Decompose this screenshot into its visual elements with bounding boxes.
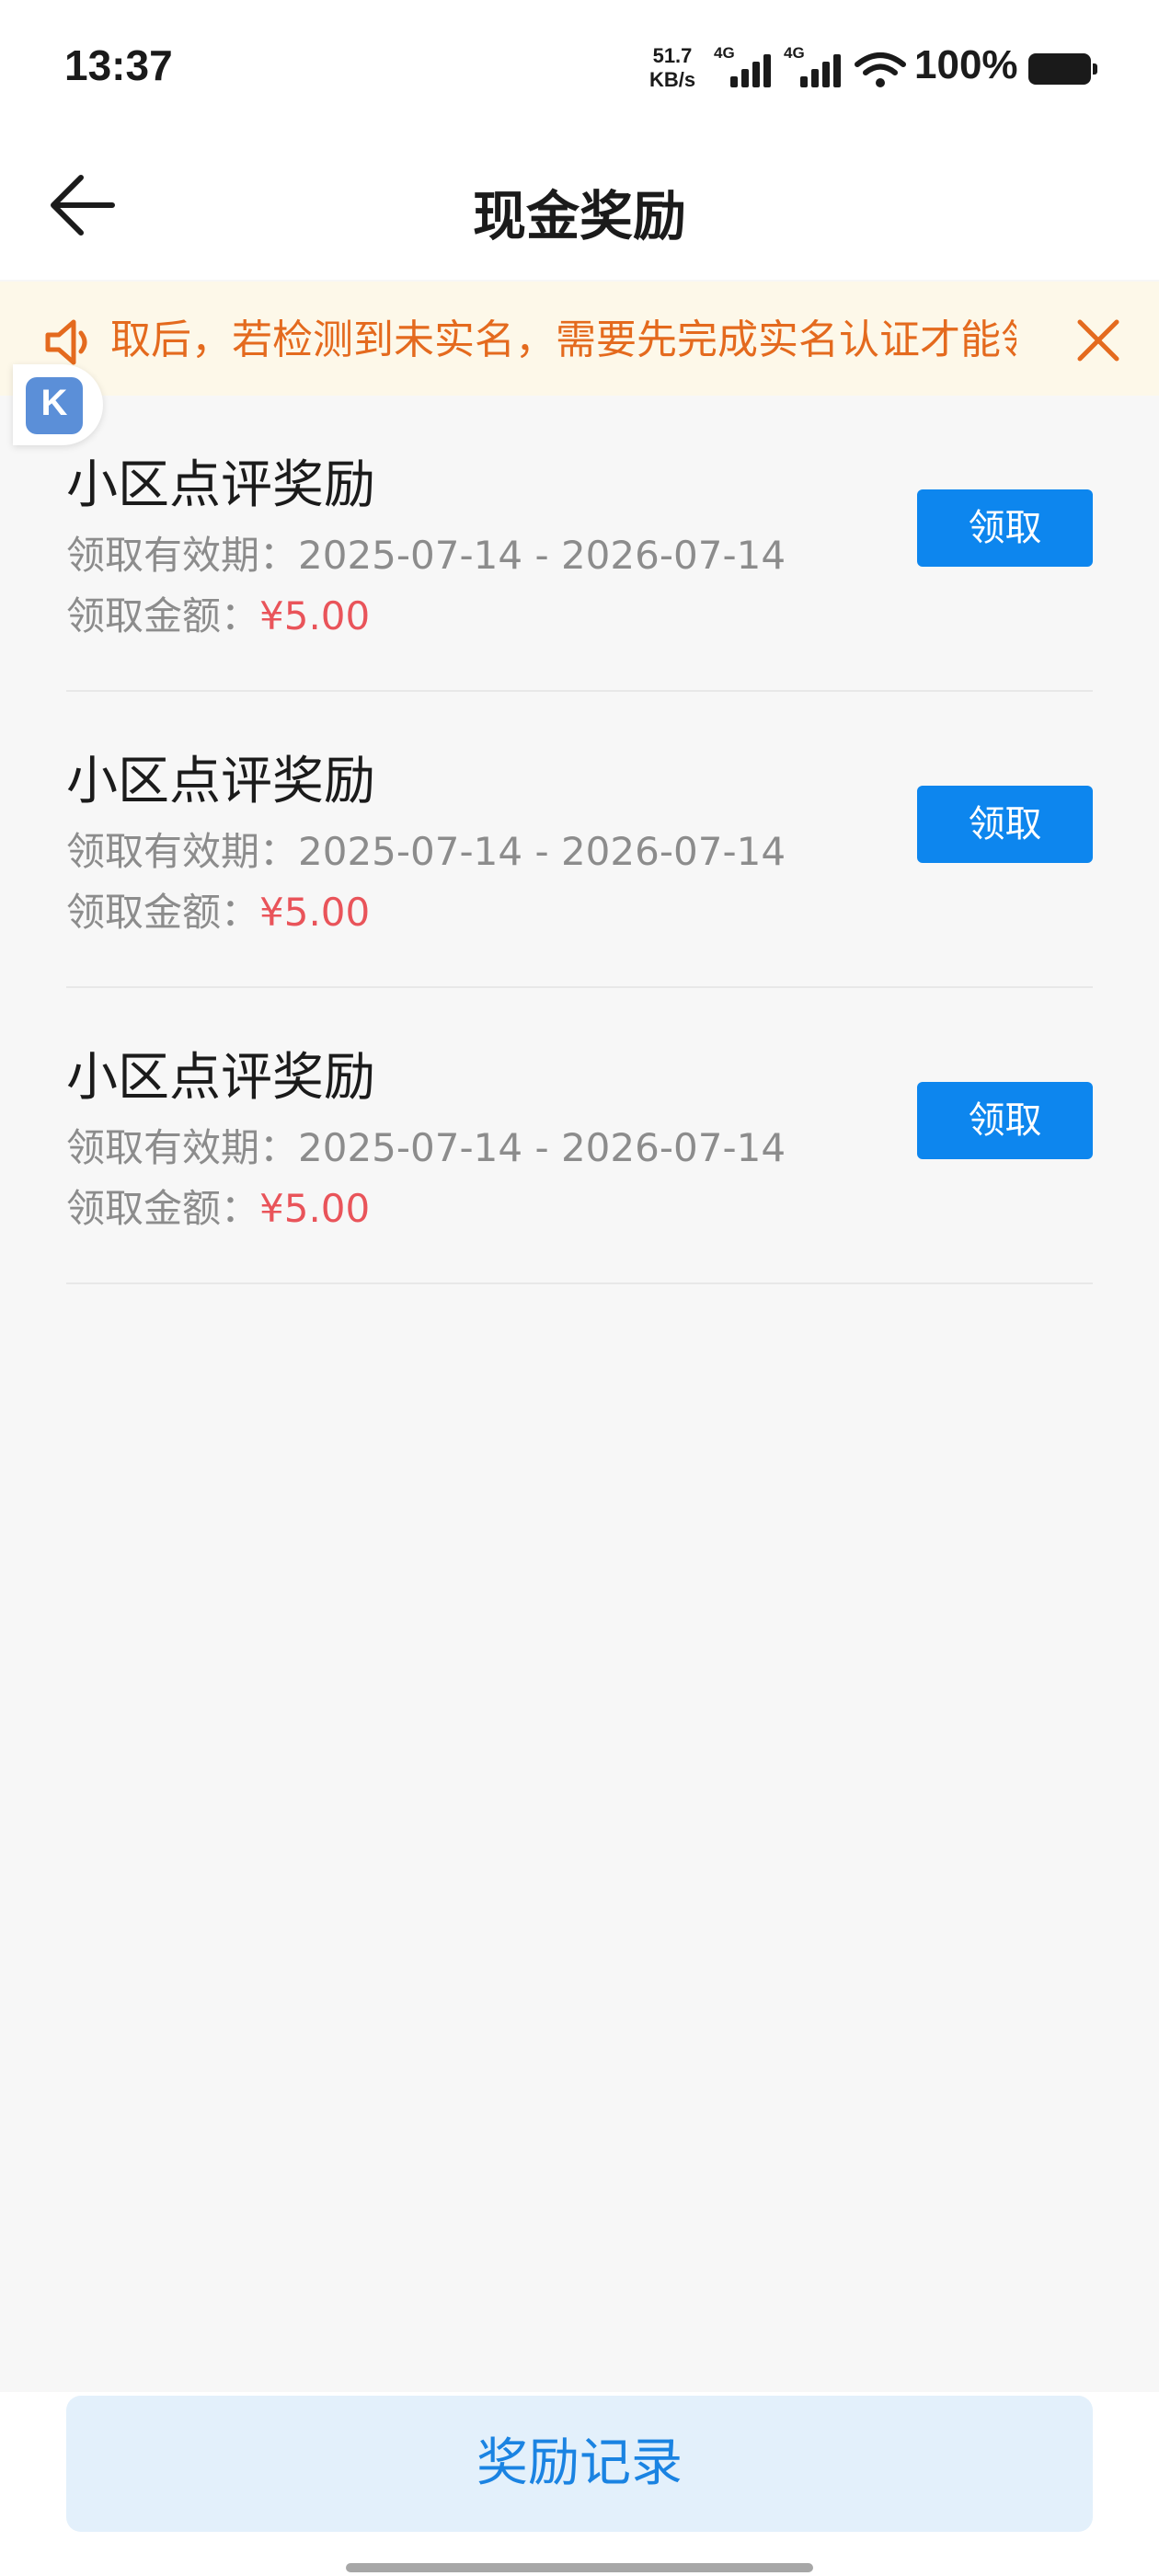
cellular-signal-icon: 4G (714, 44, 775, 90)
reward-title: 小区点评奖励 (66, 1048, 375, 1108)
bottom-bar: 奖励记录 (0, 2392, 1159, 2576)
reward-amount: ¥5.00 (259, 593, 371, 638)
close-icon[interactable] (1073, 315, 1124, 366)
reward-validity: 领取有效期：2025-07-14 - 2026-07-14 (66, 1117, 786, 1173)
page-header: 现金奖励 (0, 138, 1159, 280)
claim-button[interactable]: 领取 (917, 786, 1093, 863)
status-bar: 13:37 51.7 KB/s 4G 4G 100% (0, 0, 1159, 138)
wifi-icon (855, 52, 906, 87)
reward-title: 小区点评奖励 (66, 455, 375, 515)
reward-amount-row: 领取金额：¥5.00 (66, 585, 370, 641)
amount-label: 领取金额： (66, 593, 260, 638)
claim-button[interactable]: 领取 (917, 489, 1093, 567)
reward-validity: 领取有效期：2025-07-14 - 2026-07-14 (66, 524, 786, 581)
validity-label: 领取有效期： (66, 829, 299, 874)
reward-item: 小区点评奖励 领取有效期：2025-07-14 - 2026-07-14 领取金… (66, 396, 1093, 692)
amount-label: 领取金额： (66, 890, 260, 935)
reward-title: 小区点评奖励 (66, 752, 375, 811)
amount-label: 领取金额： (66, 1186, 260, 1231)
reward-amount-row: 领取金额：¥5.00 (66, 881, 370, 937)
validity-label: 领取有效期： (66, 533, 299, 578)
home-indicator[interactable] (346, 2563, 813, 2572)
reward-item: 小区点评奖励 领取有效期：2025-07-14 - 2026-07-14 领取金… (66, 692, 1093, 988)
signal-type-label: 4G (714, 44, 735, 62)
status-time: 13:37 (64, 41, 173, 89)
speaker-icon (45, 319, 87, 365)
network-speed: 51.7 KB/s (644, 44, 701, 92)
validity-label: 领取有效期： (66, 1125, 299, 1170)
notice-bar: 取后，若检测到未实名，需要先完成实名认证才能领取 (0, 282, 1159, 396)
network-speed-value: 51.7 (652, 44, 693, 67)
reward-records-button[interactable]: 奖励记录 (66, 2396, 1093, 2532)
signal-type-label: 4G (784, 44, 805, 62)
battery-percent: 100% (914, 42, 1018, 87)
notice-marquee-text: 取后，若检测到未实名，需要先完成实名认证才能领取 (110, 316, 1016, 363)
validity-range: 2025-07-14 - 2026-07-14 (298, 533, 786, 578)
reward-amount-row: 领取金额：¥5.00 (66, 1178, 370, 1234)
reward-validity: 领取有效期：2025-07-14 - 2026-07-14 (66, 821, 786, 877)
validity-range: 2025-07-14 - 2026-07-14 (298, 829, 786, 874)
reward-list: 小区点评奖励 领取有效期：2025-07-14 - 2026-07-14 领取金… (66, 396, 1093, 1284)
claim-button[interactable]: 领取 (917, 1082, 1093, 1159)
reward-amount: ¥5.00 (259, 890, 371, 935)
cellular-signal-icon: 4G (784, 44, 844, 90)
battery-icon (1028, 53, 1097, 85)
network-speed-unit: KB/s (648, 68, 696, 91)
validity-range: 2025-07-14 - 2026-07-14 (298, 1125, 786, 1170)
page-title: 现金奖励 (472, 185, 686, 247)
reward-amount: ¥5.00 (259, 1186, 371, 1231)
reward-item: 小区点评奖励 领取有效期：2025-07-14 - 2026-07-14 领取金… (66, 988, 1093, 1284)
